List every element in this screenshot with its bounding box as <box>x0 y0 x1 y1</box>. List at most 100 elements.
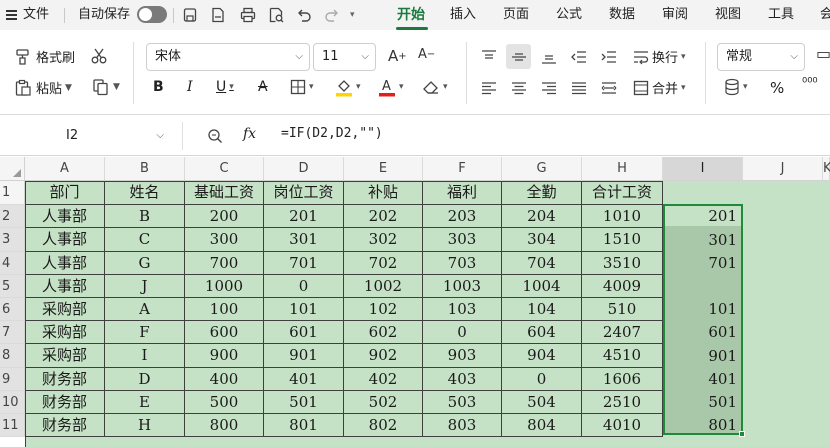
undo-icon[interactable] <box>296 7 312 23</box>
align-center-icon[interactable] <box>511 80 527 96</box>
table-cell[interactable]: C <box>105 228 185 252</box>
table-cell[interactable]: 702 <box>344 252 423 275</box>
table-cell[interactable]: 904 <box>502 344 582 368</box>
print-preview-icon[interactable] <box>268 7 284 23</box>
table-cell[interactable]: 财务部 <box>25 391 105 414</box>
table-cell[interactable]: 人事部 <box>25 205 105 228</box>
table-cell[interactable]: 1004 <box>502 275 582 298</box>
tab-tools[interactable]: 工具 <box>768 0 794 30</box>
paste-button[interactable]: 粘贴 ▼ <box>14 78 72 97</box>
number-format-select[interactable]: 常规 ⌵ <box>717 43 805 71</box>
column-header-j[interactable]: J <box>743 157 823 181</box>
tab-review[interactable]: 审阅 <box>662 0 688 30</box>
row-header-1[interactable]: 1 <box>0 181 25 205</box>
table-cell[interactable]: 采购部 <box>25 321 105 344</box>
row-header-2[interactable]: 2 <box>0 205 25 228</box>
insert-function-icon[interactable]: fx <box>243 126 256 142</box>
redo-icon[interactable] <box>324 7 340 23</box>
table-cell[interactable]: 103 <box>423 298 502 321</box>
tab-insert[interactable]: 插入 <box>450 0 476 30</box>
table-cell[interactable]: 采购部 <box>25 344 105 368</box>
table-cell[interactable]: 0 <box>423 321 502 344</box>
column-header-g[interactable]: G <box>502 157 582 181</box>
align-middle-icon[interactable] <box>511 49 527 65</box>
fill-handle[interactable] <box>739 431 745 437</box>
table-header-cell[interactable]: 姓名 <box>105 181 185 205</box>
table-cell[interactable]: 902 <box>344 344 423 368</box>
table-cell[interactable]: 400 <box>185 368 264 391</box>
table-cell[interactable]: 人事部 <box>25 275 105 298</box>
font-size-select[interactable]: 11 ⌵ <box>313 43 376 71</box>
table-header-cell[interactable]: 全勤 <box>502 181 582 205</box>
table-cell[interactable]: 903 <box>423 344 502 368</box>
italic-button[interactable]: I <box>187 79 193 95</box>
table-cell[interactable]: 402 <box>344 368 423 391</box>
table-cell[interactable]: 102 <box>344 298 423 321</box>
table-cell[interactable]: 1003 <box>423 275 502 298</box>
table-header-cell[interactable]: 合计工资 <box>582 181 663 205</box>
table-cell[interactable]: 人事部 <box>25 252 105 275</box>
zoom-search-icon[interactable] <box>207 128 223 144</box>
tab-formula[interactable]: 公式 <box>556 0 582 30</box>
table-cell[interactable]: E <box>105 391 185 414</box>
bold-button[interactable]: B <box>153 79 164 95</box>
table-cell[interactable]: 900 <box>185 344 264 368</box>
decrease-font-button[interactable]: A − <box>418 47 435 62</box>
table-cell[interactable]: 700 <box>185 252 264 275</box>
table-cell[interactable]: 200 <box>185 205 264 228</box>
row-header-8[interactable]: 8 <box>0 344 25 368</box>
table-cell[interactable]: 510 <box>582 298 663 321</box>
table-cell[interactable]: 1606 <box>582 368 663 391</box>
table-cell[interactable]: 901 <box>264 344 344 368</box>
font-name-select[interactable]: 宋体 ⌵ <box>146 43 310 71</box>
align-left-icon[interactable] <box>481 80 497 96</box>
column-header-f[interactable]: F <box>423 157 502 181</box>
table-cell[interactable]: 304 <box>502 228 582 252</box>
tab-more[interactable]: 会 <box>820 0 830 30</box>
tab-view[interactable]: 视图 <box>715 0 741 30</box>
table-cell[interactable]: 1510 <box>582 228 663 252</box>
strikethrough-button[interactable]: A <box>258 79 268 95</box>
row-header-5[interactable]: 5 <box>0 275 25 298</box>
table-cell[interactable]: 1010 <box>582 205 663 228</box>
table-cell[interactable]: 2407 <box>582 321 663 344</box>
table-cell[interactable]: 3510 <box>582 252 663 275</box>
table-cell[interactable]: 100 <box>185 298 264 321</box>
name-box[interactable]: I2 ⌵ <box>0 122 172 150</box>
align-bottom-icon[interactable] <box>541 49 557 65</box>
column-header-h[interactable]: H <box>582 157 663 181</box>
row-header-11[interactable]: 11 <box>0 414 25 437</box>
table-cell[interactable]: G <box>105 252 185 275</box>
table-cell[interactable]: 财务部 <box>25 368 105 391</box>
table-cell[interactable]: 500 <box>185 391 264 414</box>
table-cell[interactable]: H <box>105 414 185 437</box>
table-header-cell[interactable]: 补贴 <box>344 181 423 205</box>
export-icon[interactable] <box>210 7 226 23</box>
table-cell[interactable]: 203 <box>423 205 502 228</box>
table-header-cell[interactable]: 岗位工资 <box>264 181 344 205</box>
column-header-d[interactable]: D <box>264 157 344 181</box>
table-cell[interactable]: 604 <box>502 321 582 344</box>
tab-page[interactable]: 页面 <box>503 0 529 30</box>
table-cell[interactable]: F <box>105 321 185 344</box>
table-cell[interactable]: 602 <box>344 321 423 344</box>
merge-cells-button[interactable]: 合并 ▾ <box>633 78 686 97</box>
table-cell[interactable]: 502 <box>344 391 423 414</box>
clear-format-button[interactable]: ▾ <box>422 79 448 95</box>
table-cell[interactable]: 801 <box>264 414 344 437</box>
column-header-e[interactable]: E <box>344 157 423 181</box>
table-cell[interactable]: 104 <box>502 298 582 321</box>
wrap-text-button[interactable]: 换行 ▾ <box>633 47 686 66</box>
table-cell[interactable]: 300 <box>185 228 264 252</box>
table-cell[interactable]: 503 <box>423 391 502 414</box>
table-cell[interactable]: 0 <box>502 368 582 391</box>
table-cell[interactable]: 701 <box>264 252 344 275</box>
format-painter-button[interactable]: 格式刷 <box>14 47 75 66</box>
row-header-6[interactable]: 6 <box>0 298 25 321</box>
column-header-a[interactable]: A <box>25 157 105 181</box>
select-all-button[interactable] <box>0 157 25 181</box>
borders-button[interactable]: ▾ <box>290 79 314 95</box>
table-cell[interactable]: 704 <box>502 252 582 275</box>
cloud-save-icon[interactable] <box>182 7 198 23</box>
table-cell[interactable]: 804 <box>502 414 582 437</box>
